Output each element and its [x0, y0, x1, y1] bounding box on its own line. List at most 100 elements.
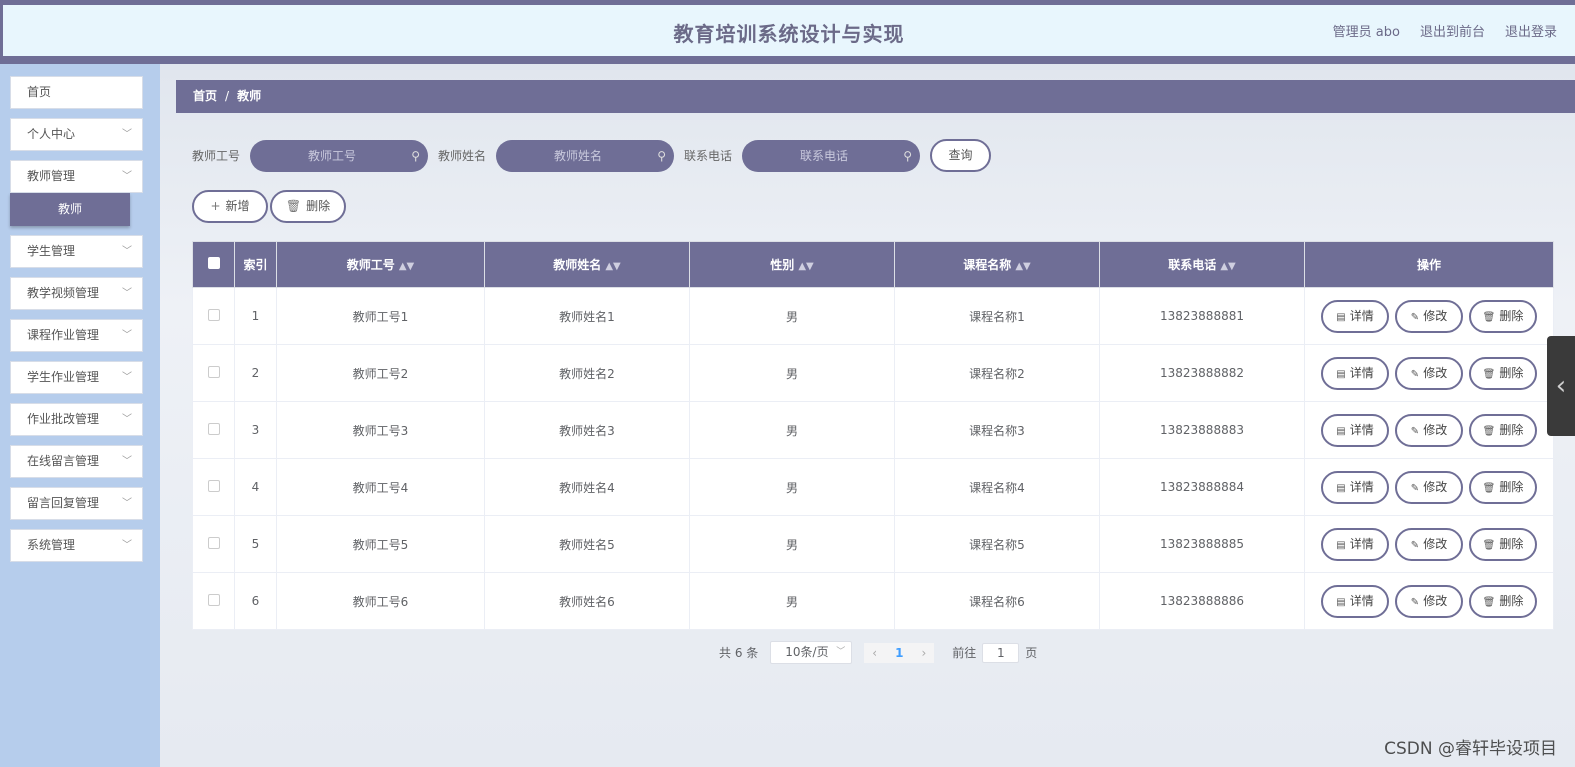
cell-gender: 男: [689, 572, 895, 630]
detail-button[interactable]: ▤ 详情: [1321, 299, 1389, 333]
row-select-cell[interactable]: [192, 344, 235, 402]
delete-button[interactable]: 🗑 删除: [1469, 299, 1537, 333]
cell-teacher-name: 教师姓名4: [484, 458, 690, 516]
sort-icon[interactable]: ▲▼: [1015, 261, 1030, 272]
teacher-id-search-input[interactable]: 教师工号 ⚲: [250, 139, 429, 172]
sidebar-item-student-management[interactable]: 学生管理 ﹀: [10, 235, 143, 268]
select-all-checkbox[interactable]: [207, 257, 220, 269]
edit-button[interactable]: ✎ 修改: [1395, 299, 1463, 333]
sidebar-item-video-management[interactable]: 教学视频管理 ﹀: [10, 277, 143, 310]
cell-teacher-id: 教师工号6: [276, 572, 485, 630]
cell-phone: 13823888884: [1099, 458, 1305, 516]
cell-gender: 男: [689, 458, 895, 516]
detail-label: 详情: [1349, 479, 1374, 494]
top-links: 管理员 abo 退出到前台 退出登录: [1333, 21, 1557, 40]
cell-index: 6: [234, 572, 277, 630]
sidebar-item-system-management[interactable]: 系统管理 ﹀: [10, 529, 143, 562]
row-checkbox[interactable]: [207, 593, 220, 606]
admin-user-link[interactable]: 管理员 abo: [1333, 21, 1400, 40]
row-checkbox[interactable]: [207, 536, 220, 549]
phone-search-input[interactable]: 联系电话 ⚲: [742, 139, 921, 172]
query-button[interactable]: 查询: [930, 139, 992, 172]
table-row: 5 教师工号5 教师姓名5 男 课程名称5 13823888885 ▤ 详情 ✎ 修改…: [192, 515, 1554, 573]
delete-button[interactable]: 🗑 删除: [1469, 527, 1537, 561]
pencil-icon: ✎: [1410, 368, 1420, 380]
delete-label: 删除: [1499, 365, 1524, 380]
page-size-value: 10条/页: [785, 645, 829, 659]
select-all-cell[interactable]: [192, 241, 235, 288]
cell-teacher-name: 教师姓名1: [484, 287, 690, 345]
col-header-course-name[interactable]: 课程名称 ▲▼: [894, 241, 1100, 288]
sidebar-item-homework-grading[interactable]: 作业批改管理 ﹀: [10, 403, 143, 436]
edit-button[interactable]: ✎ 修改: [1395, 527, 1463, 561]
sidebar-item-student-homework[interactable]: 学生作业管理 ﹀: [10, 361, 143, 394]
sidebar-subitem-teacher[interactable]: 教师: [10, 193, 130, 226]
breadcrumb-home[interactable]: 首页: [193, 89, 217, 103]
detail-button[interactable]: ▤ 详情: [1321, 413, 1389, 447]
detail-button[interactable]: ▤ 详情: [1321, 356, 1389, 390]
edit-button[interactable]: ✎ 修改: [1395, 584, 1463, 618]
sidebar-item-message-replies[interactable]: 留言回复管理 ﹀: [10, 487, 143, 520]
sort-icon[interactable]: ▲▼: [605, 261, 620, 272]
sidebar-item-label: 学生管理: [27, 244, 76, 258]
cell-teacher-id: 教师工号5: [276, 515, 485, 573]
goto-page-input[interactable]: 1: [982, 642, 1020, 663]
row-select-cell[interactable]: [192, 458, 235, 516]
sidebar-item-label: 首页: [27, 85, 52, 99]
col-header-gender[interactable]: 性别 ▲▼: [689, 241, 895, 288]
row-select-cell[interactable]: [192, 287, 235, 345]
delete-button[interactable]: 🗑 删除: [1469, 356, 1537, 390]
sort-icon[interactable]: ▲▼: [798, 261, 813, 272]
chevron-down-icon: ﹀: [122, 414, 132, 425]
sort-icon[interactable]: ▲▼: [1220, 261, 1235, 272]
search-placeholder: 联系电话: [800, 148, 849, 163]
sidebar-item-teacher-management[interactable]: 教师管理 ﹀: [10, 160, 143, 193]
search-label-teacher-name: 教师姓名: [438, 149, 487, 163]
row-checkbox[interactable]: [207, 422, 220, 435]
sort-icon[interactable]: ▲▼: [399, 261, 414, 272]
logout-link[interactable]: 退出登录: [1505, 21, 1557, 40]
chevron-down-icon: ﹀: [122, 129, 132, 140]
next-page-icon[interactable]: ›: [921, 646, 926, 660]
cell-course-name: 课程名称1: [894, 287, 1100, 345]
row-checkbox[interactable]: [207, 365, 220, 378]
teacher-name-search-input[interactable]: 教师姓名 ⚲: [496, 139, 675, 172]
delete-button[interactable]: 🗑 删除: [1469, 584, 1537, 618]
row-select-cell[interactable]: [192, 515, 235, 573]
col-header-teacher-name[interactable]: 教师姓名 ▲▼: [484, 241, 690, 288]
row-checkbox[interactable]: [207, 308, 220, 321]
table-row: 2 教师工号2 教师姓名2 男 课程名称2 13823888882 ▤ 详情 ✎ 修改…: [192, 344, 1554, 402]
edit-button[interactable]: ✎ 修改: [1395, 470, 1463, 504]
detail-button[interactable]: ▤ 详情: [1321, 470, 1389, 504]
cell-index: 3: [234, 401, 277, 459]
sidebar-item-label: 学生作业管理: [27, 370, 100, 384]
delete-button[interactable]: 🗑 删除: [1469, 413, 1537, 447]
page-size-select[interactable]: 10条/页 ﹀: [770, 641, 853, 664]
row-select-cell[interactable]: [192, 401, 235, 459]
sidebar-item-course-homework[interactable]: 课程作业管理 ﹀: [10, 319, 143, 352]
delete-button[interactable]: 🗑 删除: [1469, 470, 1537, 504]
detail-button[interactable]: ▤ 详情: [1321, 527, 1389, 561]
sidebar-item-home[interactable]: 首页: [10, 76, 143, 109]
col-header-teacher-id[interactable]: 教师工号 ▲▼: [276, 241, 485, 288]
detail-button[interactable]: ▤ 详情: [1321, 584, 1389, 618]
edit-button[interactable]: ✎ 修改: [1395, 356, 1463, 390]
current-page-number[interactable]: 1: [895, 646, 903, 660]
goto-suffix: 页: [1025, 646, 1038, 660]
add-button[interactable]: + 新增: [192, 190, 268, 223]
edit-button[interactable]: ✎ 修改: [1395, 413, 1463, 447]
row-checkbox[interactable]: [207, 479, 220, 492]
col-header-phone[interactable]: 联系电话 ▲▼: [1099, 241, 1305, 288]
sidebar-item-personal-center[interactable]: 个人中心 ﹀: [10, 118, 143, 151]
sidebar-item-online-messages[interactable]: 在线留言管理 ﹀: [10, 445, 143, 478]
table-row: 1 教师工号1 教师姓名1 男 课程名称1 13823888881 ▤ 详情 ✎ 修改…: [192, 287, 1554, 345]
page-navigator: ‹ 1 ›: [864, 642, 935, 663]
prev-page-icon[interactable]: ‹: [872, 646, 877, 660]
cell-phone: 13823888885: [1099, 515, 1305, 573]
collapse-side-tab[interactable]: ‹: [1547, 336, 1575, 436]
batch-delete-button[interactable]: 🗑 删除: [270, 190, 346, 223]
exit-to-frontend-link[interactable]: 退出到前台: [1420, 21, 1485, 40]
row-select-cell[interactable]: [192, 572, 235, 630]
table-header-row: 索引 教师工号 ▲▼ 教师姓名 ▲▼ 性别 ▲▼ 课程名称 ▲▼ 联系电话 ▲▼ 操作: [192, 241, 1554, 288]
cell-operations: ▤ 详情 ✎ 修改 🗑 删除: [1304, 287, 1554, 345]
